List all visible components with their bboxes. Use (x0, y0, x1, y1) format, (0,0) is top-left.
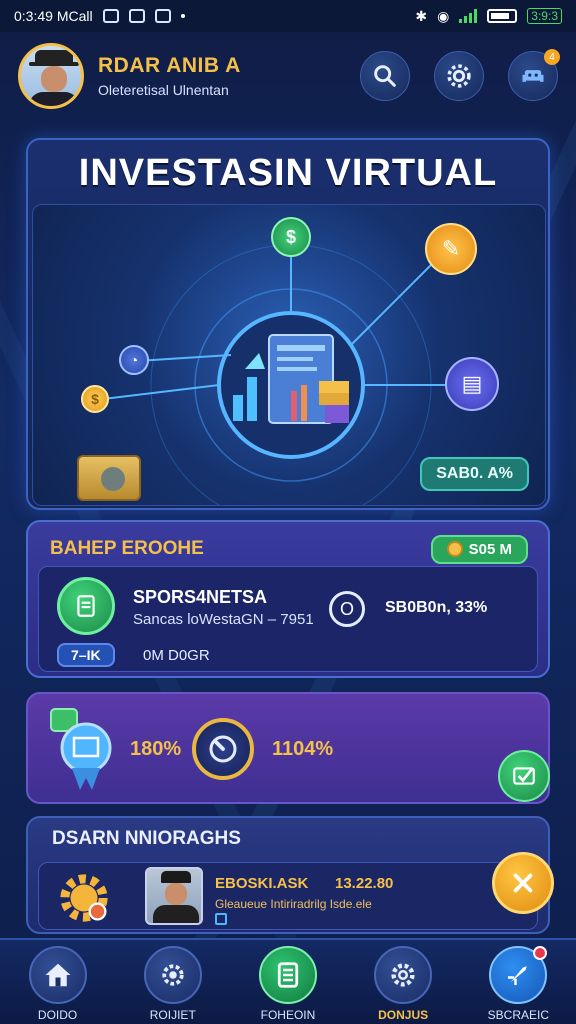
gauge-icon (192, 718, 254, 780)
coin-icon: $ (81, 385, 109, 413)
close-button[interactable] (492, 852, 554, 914)
award-ribbon-icon (60, 722, 112, 790)
list-icon (258, 946, 317, 1004)
fund-name: SPORS4NETSA (133, 587, 268, 607)
search-button[interactable] (360, 51, 410, 101)
nav-item-portfolio[interactable]: FOHEOIN (238, 946, 338, 1022)
check-icon (513, 767, 535, 785)
gear-search-icon (143, 946, 202, 1004)
gallery-icon (128, 9, 145, 23)
dollar-circle-icon: $ (271, 217, 311, 257)
nav-notification-badge (533, 946, 548, 960)
balance-card: BAHEP EROOHE S05 M SPORS4NETSA Sancas lo… (26, 520, 550, 678)
fund-value: SB0B0n, 33% (385, 599, 488, 616)
nav-label-strategy: SBCRAEIC (487, 1008, 550, 1022)
bluetooth-icon: ✱ (415, 7, 428, 24)
fund-tag[interactable]: 7–IK (57, 643, 115, 667)
avatar[interactable] (18, 43, 84, 109)
nav-item-home[interactable]: DOIDO (8, 946, 108, 1022)
notification-badge: 4 (544, 49, 560, 65)
balance-pill-text: S05 M (468, 540, 512, 558)
nav-label-bonus: DONJUS (378, 1008, 429, 1022)
money-stack-icon (77, 455, 141, 501)
status-bar: 0:3:49 MCall ✱ ◉ 3:9:3 (0, 0, 576, 32)
news-item-number: 13.22.80 (335, 875, 394, 892)
news-item-subtitle: Gleaueue Intiriradrilg Isde.ele (215, 897, 372, 911)
app-header: RDAR ANIB A Oleteretisal Ulnentan 4 (0, 36, 576, 116)
hero-panel: INVESTASIN VIRTUAL $ ✎ ▤ ◔ $ SAB0. A% (26, 138, 550, 510)
rocket-icon (489, 946, 548, 1004)
document-icon: ▤ (445, 357, 499, 411)
gear-icon (374, 946, 433, 1004)
status-time: 0:3:49 MCall (14, 8, 93, 24)
hero-illustration: $ ✎ ▤ ◔ $ SAB0. A% (32, 204, 546, 506)
pencil-icon: ✎ (425, 223, 477, 275)
news-title: DSARN NNIORAGHS (52, 828, 241, 849)
calendar-icon (154, 9, 171, 23)
news-card: DSARN NNIORAGHS EBOSKI.ASK 13.22.80 Glea… (26, 816, 554, 934)
invader-icon (522, 70, 544, 82)
user-name: RDAR ANIB A (98, 54, 241, 77)
wifi-icon: ◉ (437, 7, 450, 24)
gear-icon (447, 64, 471, 88)
balance-title: BAHEP EROOHE (50, 538, 204, 559)
nav-label-portfolio: FOHEOIN (260, 1008, 316, 1022)
battery-icon (487, 9, 518, 23)
news-thumbnail (145, 867, 203, 925)
settings-button[interactable] (434, 51, 484, 101)
nav-item-project[interactable]: ROIJIET (123, 946, 223, 1022)
coin-icon (446, 541, 463, 557)
fund-row[interactable]: SPORS4NETSA Sancas loWestaGN – 7951 O SB… (38, 566, 538, 672)
notification-icon (102, 9, 119, 23)
user-subtitle: Oleteretisal Ulnentan (98, 82, 229, 98)
hero-percentage-badge[interactable]: SAB0. A% (420, 457, 529, 491)
news-item-title: EBOSKI.ASK (215, 875, 309, 892)
dot-icon (180, 14, 185, 18)
close-icon (513, 873, 533, 893)
confirm-button[interactable] (498, 750, 550, 802)
search-icon (374, 65, 396, 87)
nav-label-project: ROIJIET (149, 1008, 196, 1022)
stats-card: 180% 1104% (26, 692, 550, 804)
hero-title: INVESTASIN VIRTUAL (78, 152, 498, 194)
clock-icon: ◔ (119, 345, 149, 375)
user-info: RDAR ANIB A Oleteretisal Ulnentan (98, 54, 336, 98)
stat-one: 180% (130, 738, 182, 760)
link-icon (215, 913, 227, 925)
game-button[interactable]: 4 (508, 49, 560, 101)
fund-description: Sancas loWestaGN – 7951 (133, 611, 314, 628)
gear-icon (60, 874, 108, 922)
stat-two: 1104% (272, 738, 334, 760)
fund-tag-text: 0M D0GR (143, 647, 210, 664)
news-item[interactable]: EBOSKI.ASK 13.22.80 Gleaueue Intiriradri… (38, 862, 538, 930)
balance-pill[interactable]: S05 M (430, 534, 528, 564)
bottom-nav: DOIDO ROIJIET FOHEOIN DONJUS SBCRAEIC (0, 938, 576, 1024)
nav-item-strategy[interactable]: SBCRAEIC (468, 946, 568, 1022)
signal-icon (459, 9, 478, 23)
battery-text: 3:9:3 (527, 8, 562, 24)
nav-label-home: DOIDO (37, 1008, 78, 1022)
document-icon (57, 577, 115, 635)
nav-item-bonus[interactable]: DONJUS (353, 946, 453, 1022)
home-icon (28, 946, 87, 1004)
ring-icon: O (329, 591, 365, 627)
